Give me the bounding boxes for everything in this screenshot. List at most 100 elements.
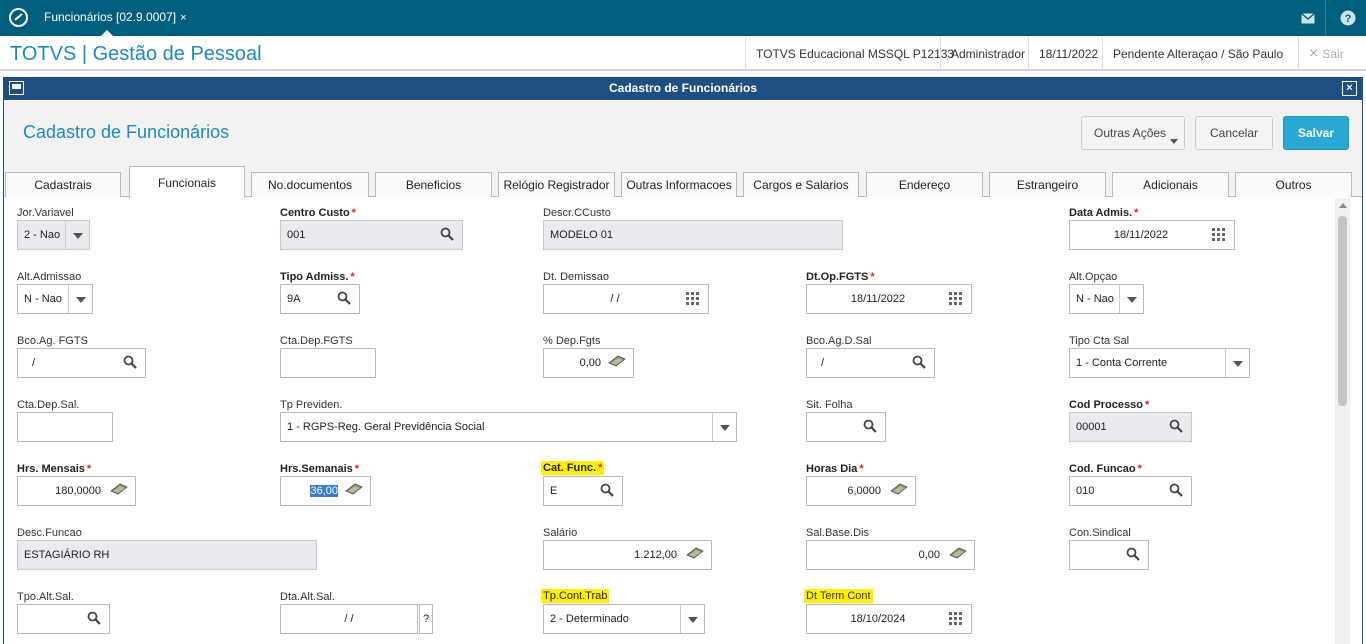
cta-dep-sal-input[interactable] xyxy=(17,412,113,442)
search-icon[interactable] xyxy=(331,285,357,313)
chevron-down-icon[interactable] xyxy=(1119,285,1143,313)
alt-opcao-select[interactable]: N - Nao xyxy=(1069,284,1144,314)
cta-dep-fgts-input[interactable] xyxy=(280,348,376,378)
sal-base-dis-input[interactable]: 0,00 xyxy=(806,540,975,570)
scroll-up-icon[interactable] xyxy=(1339,203,1347,208)
window-close-icon[interactable]: × xyxy=(1342,81,1357,96)
exit-icon: × xyxy=(1309,45,1319,62)
calculator-icon[interactable] xyxy=(885,477,913,505)
cod-funcao-value: 010 xyxy=(1076,485,1095,497)
bco-ag-d-sal-input[interactable]: / xyxy=(806,348,935,378)
tp-previden-select[interactable]: 1 - RGPS-Reg. Geral Previdência Social xyxy=(280,412,737,442)
descr-ccusto-label: Descr.CCusto xyxy=(543,207,611,219)
sit-folha-label: Sit. Folha xyxy=(806,399,853,411)
dt-op-fgts-input[interactable]: 18/11/2022 xyxy=(806,284,972,314)
hrs-mensais-input[interactable]: 180,0000 xyxy=(17,476,136,506)
pct-dep-fgts-input[interactable]: 0,00 xyxy=(543,348,634,378)
calendar-icon[interactable] xyxy=(943,285,969,313)
alt-admissao-select[interactable]: N - Nao xyxy=(17,284,93,314)
salario-input[interactable]: 1.212,00 xyxy=(543,540,712,570)
open-tab-label: Funcionários [02.9.0007] xyxy=(44,10,177,24)
tab-funcionais[interactable]: Funcionais xyxy=(129,166,245,198)
sit-folha-input[interactable] xyxy=(806,412,886,442)
bco-ag-d-sal-label: Bco.Ag.D.Sal xyxy=(806,335,872,347)
dta-alt-sal-help-button[interactable]: ? xyxy=(419,604,433,634)
tpo-alt-sal-input[interactable] xyxy=(17,604,110,634)
tab-outras-informacoes[interactable]: Outras Informacoes xyxy=(621,172,737,197)
dta-alt-sal-input[interactable]: / / xyxy=(280,604,418,634)
tab-beneficios[interactable]: Beneficios xyxy=(375,172,492,197)
mail-icon[interactable] xyxy=(1294,0,1322,36)
tipo-admiss-input[interactable]: 9A xyxy=(280,284,360,314)
cat-func-input[interactable]: E xyxy=(543,476,623,506)
cta-dep-fgts-label: Cta.Dep.FGTS xyxy=(280,335,353,347)
tab-relogio-registrador[interactable]: Relógio Registrador xyxy=(498,172,615,197)
alt-opcao-value: N - Nao xyxy=(1076,293,1114,305)
other-actions-button[interactable]: Outras Ações xyxy=(1081,116,1185,150)
calendar-icon[interactable] xyxy=(943,605,969,633)
cod-processo-label: Cod Processo * xyxy=(1069,399,1150,411)
calculator-icon[interactable] xyxy=(681,541,709,569)
jor-variavel-select[interactable]: 2 - Nao xyxy=(17,220,90,250)
date-label[interactable]: 18/11/2022 xyxy=(1028,37,1108,71)
close-tab-icon[interactable]: × xyxy=(180,12,186,24)
user-label[interactable]: Administrador xyxy=(940,37,1035,71)
tipo-cta-sal-select[interactable]: 1 - Conta Corrente xyxy=(1069,348,1250,378)
totvs-logo-icon[interactable] xyxy=(9,8,28,27)
calendar-icon[interactable] xyxy=(680,285,706,313)
calculator-icon[interactable] xyxy=(944,541,972,569)
tab-endereco[interactable]: Endereço xyxy=(866,172,983,197)
tab-outros[interactable]: Outros xyxy=(1235,172,1352,197)
calculator-icon[interactable] xyxy=(105,477,133,505)
search-icon[interactable] xyxy=(1163,413,1189,441)
scrollbar-thumb[interactable] xyxy=(1338,216,1347,406)
tab-estrangeiro[interactable]: Estrangeiro xyxy=(989,172,1106,197)
branch-label[interactable]: Pendente Alteraçao / São Paulo xyxy=(1102,37,1293,71)
descr-ccusto-field: MODELO 01 xyxy=(543,220,843,250)
dt-term-cont-input[interactable]: 18/10/2024 xyxy=(806,604,972,634)
dt-term-cont-label: Dt Term Cont xyxy=(804,589,873,603)
exit-button[interactable]: × Sair xyxy=(1298,37,1366,71)
bco-ag-fgts-input[interactable]: / xyxy=(17,348,146,378)
cancel-button[interactable]: Cancelar xyxy=(1195,116,1273,150)
help-icon[interactable]: ? xyxy=(1334,0,1362,36)
tab-cadastrais[interactable]: Cadastrais xyxy=(5,172,121,197)
chevron-down-icon[interactable] xyxy=(65,221,89,249)
search-icon[interactable] xyxy=(1120,541,1146,569)
search-icon[interactable] xyxy=(594,477,620,505)
tab-adicionais[interactable]: Adicionais xyxy=(1112,172,1229,197)
calculator-icon[interactable] xyxy=(603,349,631,377)
centro-custo-input[interactable]: 001 xyxy=(280,220,463,250)
search-icon[interactable] xyxy=(857,413,883,441)
search-icon[interactable] xyxy=(81,605,107,633)
search-icon[interactable] xyxy=(434,221,460,249)
search-icon[interactable] xyxy=(1163,477,1189,505)
dt-demissao-input[interactable]: / / xyxy=(543,284,709,314)
chevron-down-icon[interactable] xyxy=(680,605,704,633)
window-icon[interactable] xyxy=(9,81,24,95)
tipo-admiss-label: Tipo Admiss. * xyxy=(280,271,355,283)
open-tab-funcionarios[interactable]: Funcionários [02.9.0007] × xyxy=(36,0,195,36)
vertical-scrollbar[interactable] xyxy=(1335,198,1350,644)
calendar-icon[interactable] xyxy=(1206,221,1232,249)
hrs-semanais-input[interactable]: 36,00 xyxy=(280,476,371,506)
search-icon[interactable] xyxy=(117,349,143,377)
save-button[interactable]: Salvar xyxy=(1283,116,1349,150)
chevron-down-icon[interactable] xyxy=(712,413,736,441)
bco-ag-fgts-value: / xyxy=(32,357,36,369)
data-admis-input[interactable]: 18/11/2022 xyxy=(1069,220,1235,250)
tp-cont-trab-select[interactable]: 2 - Determinado xyxy=(543,604,705,634)
cod-funcao-input[interactable]: 010 xyxy=(1069,476,1192,506)
horas-dia-input[interactable]: 6,0000 xyxy=(806,476,916,506)
chevron-down-icon[interactable] xyxy=(1225,349,1249,377)
tab-no-documentos[interactable]: No.documentos xyxy=(251,172,369,197)
calculator-icon[interactable] xyxy=(340,477,368,505)
other-actions-label: Outras Ações xyxy=(1094,126,1167,140)
tab-cargos-e-salarios[interactable]: Cargos e Salarios xyxy=(743,172,859,197)
chevron-down-icon xyxy=(1170,139,1178,144)
cod-processo-input[interactable]: 00001 xyxy=(1069,412,1192,442)
chevron-down-icon[interactable] xyxy=(68,285,92,313)
con-sindical-input[interactable] xyxy=(1069,540,1149,570)
search-icon[interactable] xyxy=(906,349,932,377)
environment-label[interactable]: TOTVS Educacional MSSQL P12133 xyxy=(745,37,964,71)
